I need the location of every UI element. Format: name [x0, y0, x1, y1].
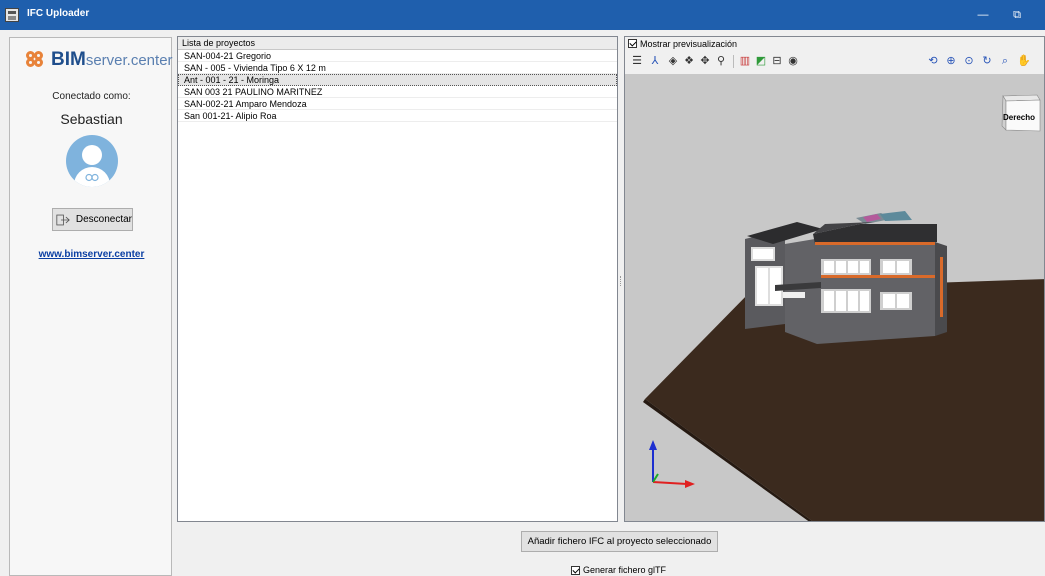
app-icon [5, 8, 19, 22]
x-axis [652, 481, 688, 485]
window-title: IFC Uploader [27, 8, 90, 19]
isometric-view-icon[interactable]: ❖ [683, 55, 695, 67]
project-list-item[interactable]: SAN - 005 - Vivienda Tipo 6 X 12 m [178, 62, 617, 74]
color-mode-icon[interactable]: ▥ [739, 55, 751, 67]
add-ifc-button[interactable]: Añadir fichero IFC al proyecto seleccion… [521, 531, 718, 552]
wireframe-icon[interactable]: ⊟ [771, 55, 783, 67]
rotate-icon[interactable]: ↻ [981, 55, 993, 67]
visibility-icon[interactable]: ◉ [787, 55, 799, 67]
zoom-icon[interactable]: ⊙ [963, 55, 975, 67]
preview-label: Mostrar previsualización [640, 38, 738, 49]
3d-viewport[interactable]: Derecho [625, 74, 1044, 521]
title-bar: IFC Uploader — ⧉ [0, 0, 1045, 30]
building-model [643, 211, 1044, 521]
project-list-item[interactable]: SAN-004-21 Gregorio [178, 50, 617, 62]
view-cube-label: Derecho [1003, 113, 1036, 122]
connected-label: Conectado como: [52, 91, 131, 102]
preview-checkbox[interactable] [628, 39, 637, 48]
logout-button[interactable]: Desconectar [52, 208, 133, 231]
account-panel: BIMserver.center Conectado como: Sebasti… [9, 37, 173, 576]
restore-button[interactable]: ⧉ [1000, 0, 1034, 30]
project-list-header: Lista de proyectos [178, 37, 617, 50]
splitter-handle[interactable] [620, 276, 622, 286]
preview-toggle[interactable]: Mostrar previsualización [625, 37, 1044, 50]
shading-icon[interactable]: ◩ [755, 55, 767, 67]
bimserver-badge-icon [85, 173, 99, 182]
gltf-toggle[interactable]: Generar fichero glTF [571, 565, 666, 575]
layers-icon[interactable]: ☰ [631, 55, 643, 67]
section-icon[interactable]: ⚲ [715, 55, 727, 67]
gltf-label: Generar fichero glTF [583, 565, 667, 575]
orbit-view-icon[interactable]: ✥ [699, 55, 711, 67]
project-list-item[interactable]: SAN-002-21 Amparo Mendoza [178, 98, 617, 110]
viewer-toolbar: ☰ ⅄ ◈ ❖ ✥ ⚲ ▥ ◩ ⊟ ◉ ⟲ ⊕ ⊙ ↻ ⌕ ✋ [625, 50, 1044, 74]
logout-icon [56, 214, 70, 225]
project-list-item[interactable]: Ant - 001 - 21 - Moringa [178, 74, 617, 86]
project-list: Lista de proyectos SAN-004-21 Gregorio SA… [177, 36, 618, 522]
axes-icon[interactable]: ⅄ [649, 55, 661, 67]
project-rows: SAN-004-21 Gregorio SAN - 005 - Vivienda … [178, 50, 617, 122]
logout-label: Desconectar [75, 214, 132, 225]
preview-panel: Mostrar previsualización ☰ ⅄ ◈ ❖ ✥ ⚲ ▥ ◩… [624, 36, 1045, 522]
cube-icon[interactable]: ◈ [667, 55, 679, 67]
website-link[interactable]: www.bimserver.center [10, 249, 173, 260]
project-list-item[interactable]: SAN 003 21 PAULINO MARITNEZ [178, 86, 617, 98]
bimserver-logo-icon [26, 51, 47, 69]
gltf-checkbox[interactable] [571, 565, 580, 575]
logo-text: BIMserver.center [51, 49, 173, 70]
zoom-window-icon[interactable]: ⊕ [945, 55, 957, 67]
user-name: Sebastian [60, 111, 123, 127]
pan-hand-icon[interactable]: ✋ [1017, 55, 1031, 67]
magnify-icon[interactable]: ⌕ [999, 55, 1011, 67]
minimize-button[interactable]: — [966, 0, 1000, 30]
project-list-item[interactable]: San 001-21- Alipio Roa [178, 110, 617, 122]
bimserver-logo: BIMserver.center [26, 49, 173, 71]
zoom-extents-icon[interactable]: ⟲ [927, 55, 939, 67]
